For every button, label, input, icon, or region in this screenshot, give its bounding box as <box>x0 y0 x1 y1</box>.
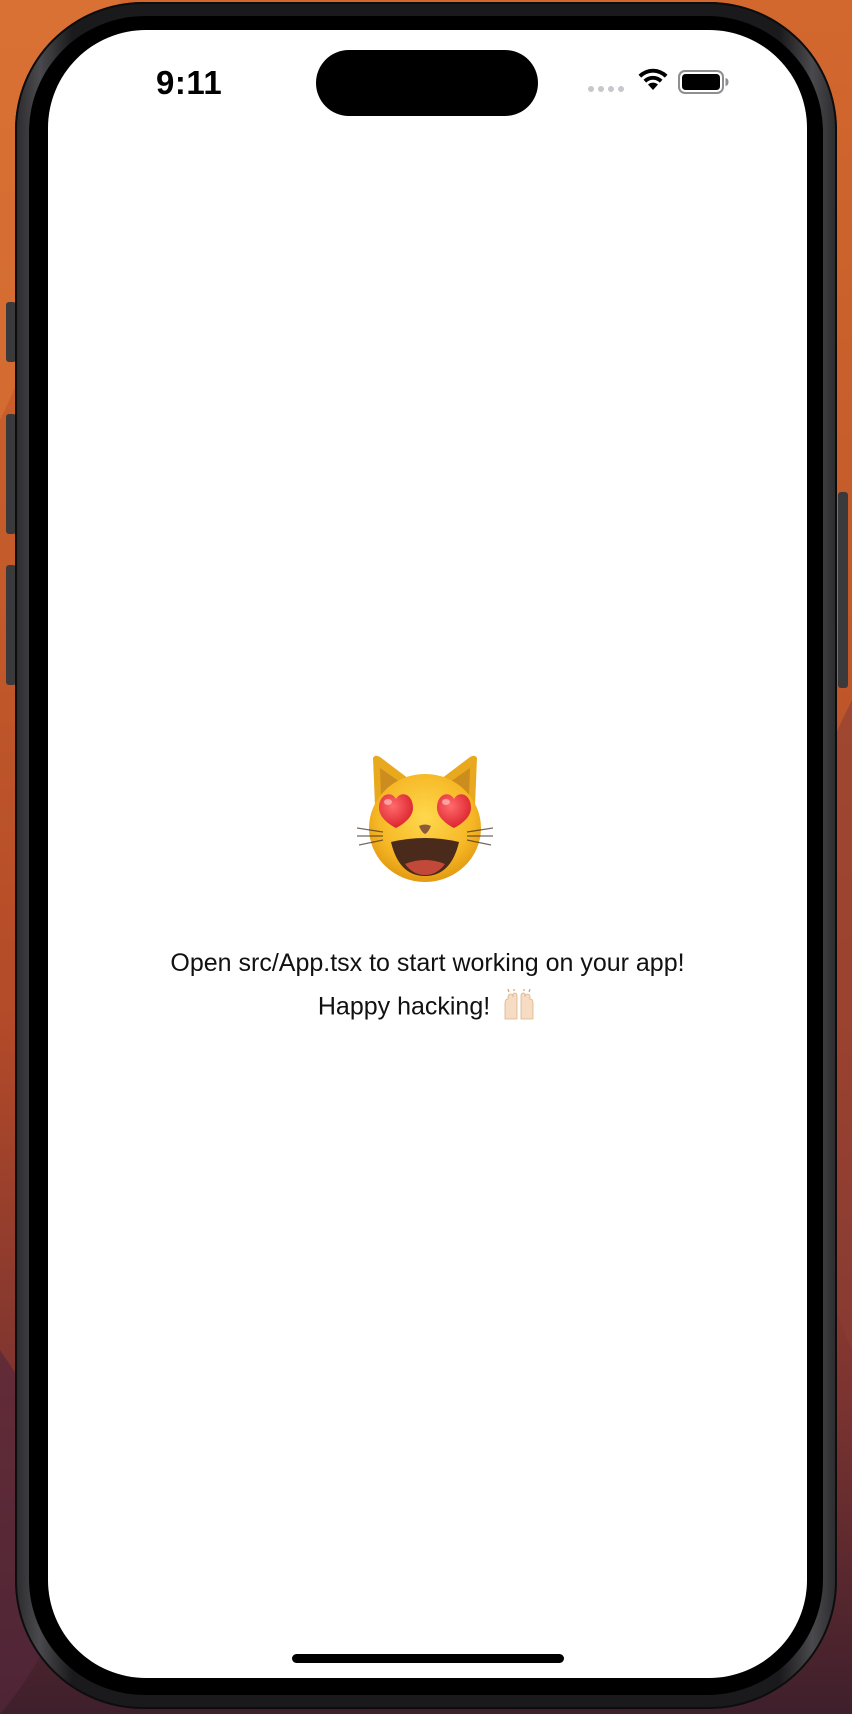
app-content: Open src/App.tsx to start working on you… <box>48 30 807 1678</box>
instructions-text: Open src/App.tsx to start working on you… <box>170 949 685 977</box>
raising-hands-emoji-icon <box>504 989 534 1020</box>
cat-heart-eyes-emoji-icon <box>356 755 494 882</box>
phone-screen: 9:11 Open src/App.tsx to start working o… <box>48 30 807 1678</box>
greeting-text: Happy hacking! <box>317 992 491 1021</box>
home-indicator[interactable] <box>292 1654 564 1663</box>
greeting-line: Happy hacking! <box>48 989 807 1024</box>
power-button[interactable] <box>838 492 848 688</box>
